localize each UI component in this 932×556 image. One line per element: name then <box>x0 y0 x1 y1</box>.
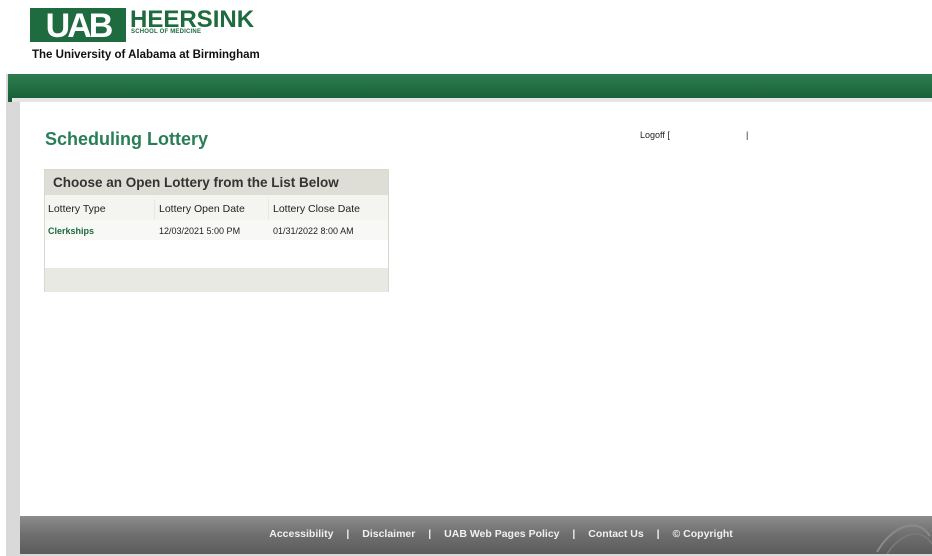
column-header-open-date: Lottery Open Date <box>159 203 245 215</box>
panel-heading: Choose an Open Lottery from the List Bel… <box>45 170 388 195</box>
university-name: The University of Alabama at Birmingham <box>32 49 260 61</box>
logoff-link[interactable]: Logoff [ <box>640 130 670 140</box>
site-footer: Accessibility | Disclaimer | UAB Web Pag… <box>20 516 932 554</box>
footer-link-web-pages-policy[interactable]: UAB Web Pages Policy <box>444 528 559 540</box>
footer-separator: | <box>428 528 432 540</box>
footer-separator: | <box>346 528 350 540</box>
site-header: UAB HEERSINK SCHOOL OF MEDICINE The Univ… <box>0 0 932 74</box>
green-nav-bar <box>8 74 932 102</box>
footer-link-copyright[interactable]: © Copyright <box>673 528 733 540</box>
lottery-type-link[interactable]: Clerkships <box>48 226 94 236</box>
lottery-list-panel: Choose an Open Lottery from the List Bel… <box>44 169 389 292</box>
uab-logo-icon: UAB <box>30 8 126 42</box>
logoff-separator: | <box>746 130 749 140</box>
main-content: Scheduling Lottery Logoff [ | Choose an … <box>20 102 932 516</box>
lottery-open-date: 12/03/2021 5:00 PM <box>159 226 241 236</box>
logoff-area: Logoff [ | <box>640 130 748 140</box>
logo-mark-text: UAB <box>46 8 113 42</box>
lottery-close-date: 01/31/2022 8:00 AM <box>273 226 354 236</box>
footer-links: Accessibility | Disclaimer | UAB Web Pag… <box>20 528 932 540</box>
footer-separator: | <box>572 528 576 540</box>
column-header-close-date: Lottery Close Date <box>273 203 360 215</box>
page-title: Scheduling Lottery <box>45 129 209 149</box>
footer-link-contact-us[interactable]: Contact Us <box>588 528 643 540</box>
panel-footer <box>45 268 388 292</box>
column-header-type: Lottery Type <box>48 203 106 215</box>
footer-link-disclaimer[interactable]: Disclaimer <box>362 528 415 540</box>
panel-heading-text: Choose an Open Lottery from the List Bel… <box>53 175 339 190</box>
footer-separator: | <box>656 528 660 540</box>
footer-link-accessibility[interactable]: Accessibility <box>269 528 333 540</box>
logo-subtitle: SCHOOL OF MEDICINE <box>131 29 202 35</box>
